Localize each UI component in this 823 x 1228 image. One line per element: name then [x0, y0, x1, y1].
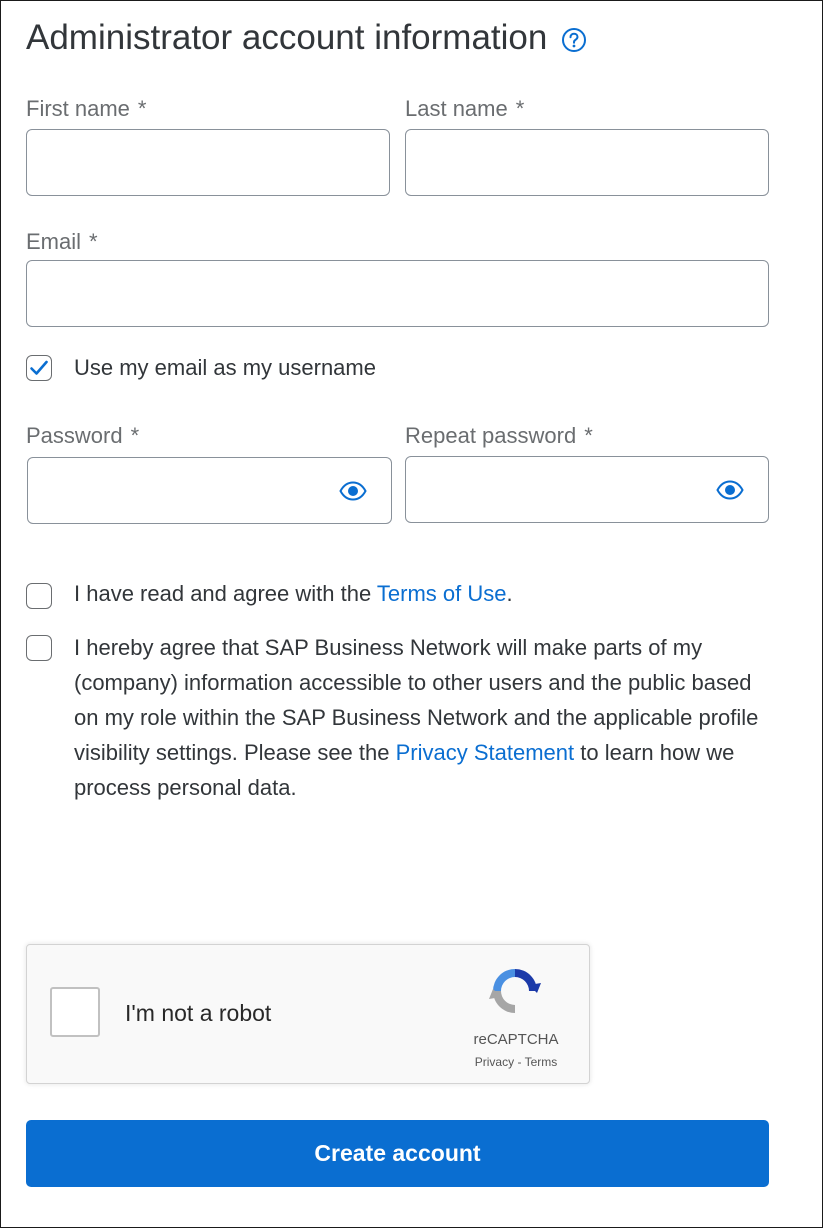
recaptcha-privacy-link[interactable]: Privacy [475, 1055, 514, 1069]
last-name-label-text: Last name [405, 96, 508, 121]
recaptcha-terms-link[interactable]: Terms [525, 1055, 558, 1069]
recaptcha-brand: reCAPTCHA [473, 1031, 559, 1048]
privacy-text: I hereby agree that SAP Business Network… [74, 630, 764, 805]
use-email-username-checkbox[interactable] [26, 355, 52, 381]
recaptcha-label: I'm not a robot [125, 1000, 272, 1026]
email-field[interactable] [26, 260, 769, 327]
page-title: Administrator account information [26, 18, 548, 57]
repeat-password-input[interactable] [406, 457, 768, 522]
repeat-password-label: Repeat password * [405, 422, 593, 450]
first-name-field[interactable] [26, 129, 390, 196]
question-circle-icon[interactable] [561, 27, 587, 53]
eye-icon[interactable] [339, 480, 367, 501]
repeat-password-label-text: Repeat password [405, 423, 577, 448]
email-label-text: Email [26, 229, 82, 254]
recaptcha-checkbox[interactable] [50, 987, 100, 1037]
terms-text-before: I have read and agree with the [74, 581, 377, 606]
required-marker: * [515, 96, 525, 121]
email-label: Email * [26, 228, 98, 256]
password-field[interactable] [27, 457, 392, 524]
password-label: Password * [26, 422, 139, 450]
privacy-checkbox[interactable] [26, 635, 52, 661]
first-name-input[interactable] [27, 130, 389, 195]
recaptcha-logo-icon [485, 961, 545, 1021]
email-input[interactable] [27, 261, 768, 326]
create-account-button[interactable]: Create account [26, 1120, 769, 1187]
required-marker: * [89, 229, 98, 254]
last-name-input[interactable] [406, 130, 768, 195]
recaptcha-separator: - [514, 1055, 525, 1069]
last-name-label: Last name * [405, 95, 524, 123]
privacy-statement-link[interactable]: Privacy Statement [396, 740, 575, 765]
terms-text: I have read and agree with the Terms of … [74, 578, 513, 610]
terms-text-after: . [506, 581, 513, 606]
required-marker: * [137, 96, 147, 121]
eye-icon[interactable] [716, 479, 744, 500]
title-row: Administrator account information [26, 14, 587, 62]
first-name-label-text: First name [26, 96, 130, 121]
use-email-username-label: Use my email as my username [74, 355, 376, 380]
first-name-label: First name * [26, 95, 146, 123]
required-marker: * [584, 423, 593, 448]
recaptcha-links: Privacy - Terms [452, 1055, 580, 1069]
required-marker: * [130, 423, 140, 448]
terms-checkbox[interactable] [26, 583, 52, 609]
check-icon [30, 360, 48, 375]
last-name-field[interactable] [405, 129, 769, 196]
password-label-text: Password [26, 423, 123, 448]
terms-of-use-link[interactable]: Terms of Use [377, 581, 507, 606]
password-input[interactable] [28, 458, 391, 523]
repeat-password-field[interactable] [405, 456, 769, 523]
recaptcha-widget: I'm not a robot reCAPTCHA Privacy - Term… [26, 944, 590, 1084]
